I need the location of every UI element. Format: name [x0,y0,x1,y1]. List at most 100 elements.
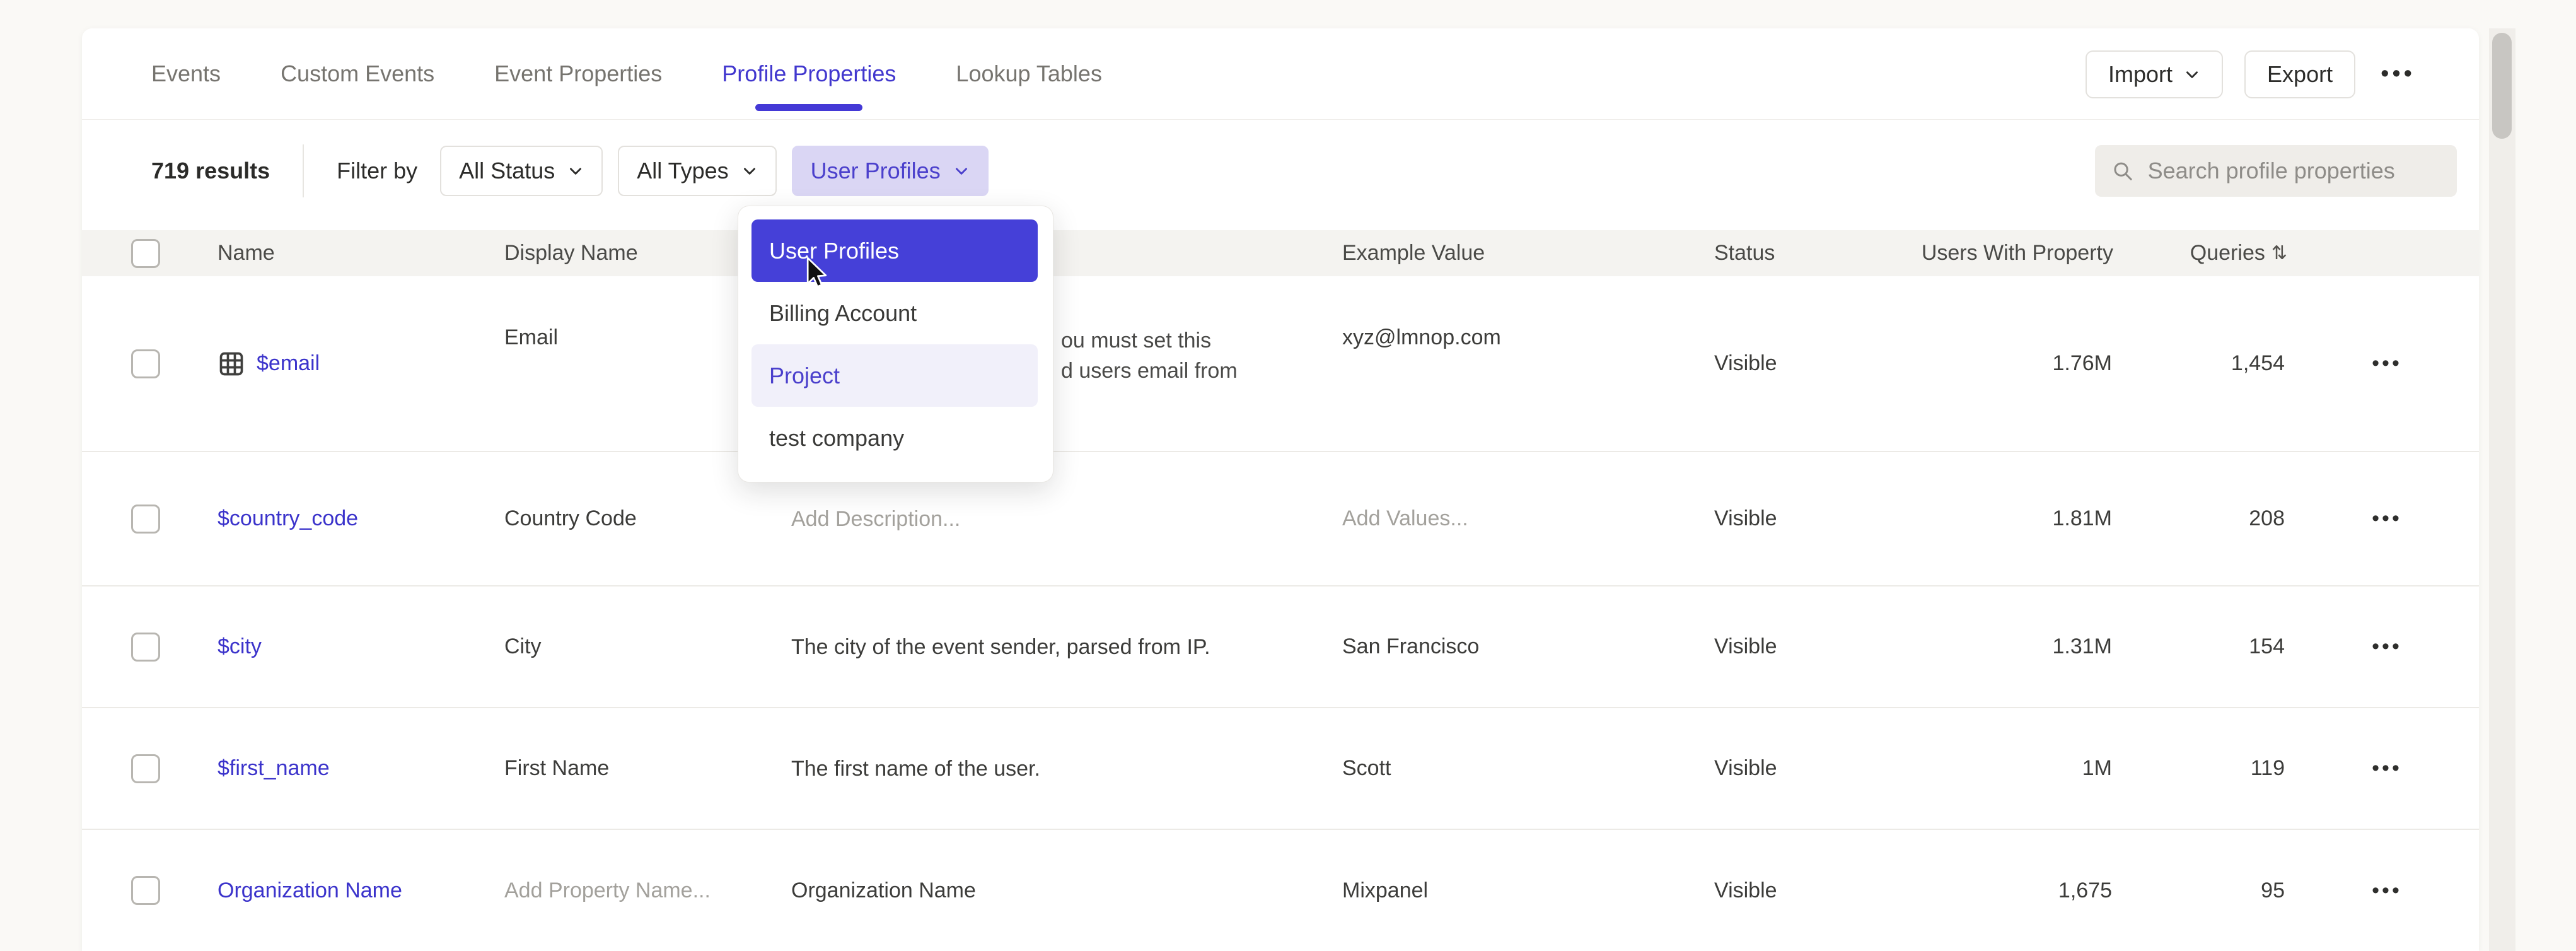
row-checkbox[interactable] [131,505,160,534]
select-all-checkbox[interactable] [131,239,160,268]
display-name-cell[interactable]: Country Code [498,506,788,531]
main-panel: Events Custom Events Event Properties Pr… [82,28,2479,951]
tab-label: Custom Events [281,61,434,87]
table-header: Name Display Name Example Value Status U… [82,230,2479,276]
property-name-link[interactable]: $country_code [218,506,358,531]
description-line: d users email from [1061,356,1337,386]
users-with-property-cell: 1.81M [1891,506,2118,531]
menu-item-billing-account[interactable]: Billing Account [751,282,1038,344]
tab-events[interactable]: Events [151,28,221,119]
description-line: ou must set this [1061,325,1337,356]
tab-bar: Events Custom Events Event Properties Pr… [82,28,2479,120]
table-row: $country_code Country Code Add Descripti… [82,452,2479,586]
property-name-link[interactable]: $first_name [218,756,330,781]
description-cell[interactable]: The city of the event sender, parsed fro… [788,632,1337,662]
status-cell[interactable]: Visible [1709,878,1891,903]
menu-item-test-company[interactable]: test company [751,407,1038,469]
scrollbar-thumb[interactable] [2492,33,2512,139]
entity-dropdown-menu: User Profiles Billing Account Project te… [738,206,1053,482]
description-cell[interactable]: Organization Name [788,875,1337,906]
entity-filter-dropdown[interactable]: User Profiles [792,146,989,196]
tab-custom-events[interactable]: Custom Events [281,28,434,119]
example-value-cell[interactable]: Mixpanel [1337,878,1709,903]
description-cell[interactable]: Add Description... [788,504,1337,534]
search-box [2095,145,2457,197]
type-filter-label: All Types [637,158,728,184]
row-checkbox[interactable] [131,633,160,662]
row-checkbox[interactable] [131,754,160,783]
example-value-cell[interactable]: San Francisco [1337,634,1709,659]
chevron-down-icon [741,163,758,179]
queries-cell: 119 [2118,756,2295,781]
queries-cell: 154 [2118,634,2295,659]
row-checkbox[interactable] [131,876,160,905]
type-filter-dropdown[interactable]: All Types [618,146,776,196]
table-row: Organization Name Add Property Name... O… [82,830,2479,951]
row-more-button[interactable]: ••• [2372,634,2402,659]
example-value-cell[interactable]: Scott [1337,756,1709,781]
tab-label: Events [151,61,221,87]
property-name-link[interactable]: $city [218,634,262,659]
header-queries[interactable]: Queries ⇅ [2118,241,2295,265]
example-value-cell[interactable]: xyz@lmnop.com [1337,276,1709,350]
status-filter-dropdown[interactable]: All Status [440,146,603,196]
row-more-button[interactable]: ••• [2372,756,2402,781]
results-count: 719 results [151,158,270,184]
menu-item-label: Project [769,363,840,389]
menu-item-user-profiles[interactable]: User Profiles [751,219,1038,282]
example-value-cell[interactable]: Add Values... [1337,506,1709,531]
import-label: Import [2108,61,2173,88]
row-more-button[interactable]: ••• [2372,351,2402,376]
divider [303,144,304,197]
entity-filter-label: User Profiles [811,158,941,184]
export-button[interactable]: Export [2244,50,2355,98]
header-example-value: Example Value [1337,241,1709,265]
tab-profile-properties[interactable]: Profile Properties [722,28,896,119]
property-name-link[interactable]: $email [257,351,320,376]
toolbar-actions: Import Export ••• [2086,28,2419,120]
menu-item-project[interactable]: Project [751,344,1038,407]
queries-cell: 208 [2118,506,2295,531]
users-with-property-cell: 1.76M [1891,351,2118,376]
menu-item-label: User Profiles [769,238,899,264]
property-name-link[interactable]: Organization Name [218,878,402,903]
table-row: $first_name First Name The first name of… [82,708,2479,830]
queries-cell: 1,454 [2118,351,2295,376]
lookup-table-icon [218,350,245,378]
status-cell[interactable]: Visible [1709,756,1891,781]
tab-event-properties[interactable]: Event Properties [494,28,662,119]
header-users-with-property: Users With Property [1891,241,2118,265]
row-more-button[interactable]: ••• [2372,878,2402,903]
users-with-property-cell: 1.31M [1891,634,2118,659]
chevron-down-icon [2184,66,2200,83]
tab-label: Profile Properties [722,61,896,87]
row-more-button[interactable]: ••• [2372,506,2402,531]
display-name-cell[interactable]: First Name [498,756,788,781]
chevron-down-icon [953,163,970,179]
status-cell[interactable]: Visible [1709,634,1891,659]
export-label: Export [2267,61,2333,88]
row-checkbox[interactable] [131,349,160,378]
header-queries-label: Queries [2190,241,2265,265]
filter-bar: 719 results Filter by All Status All Typ… [82,120,2479,221]
table-row: $city City The city of the event sender,… [82,586,2479,708]
users-with-property-cell: 1,675 [1891,878,2118,903]
menu-item-label: test company [769,425,904,452]
status-cell[interactable]: Visible [1709,506,1891,531]
status-cell[interactable]: Visible [1709,351,1891,376]
display-name-cell[interactable]: City [498,634,788,659]
table-row: $email Email ou must set this d users em… [82,276,2479,452]
display-name-cell[interactable]: Add Property Name... [498,878,788,903]
search-icon [2111,158,2134,184]
search-input[interactable] [2148,158,2440,184]
import-button[interactable]: Import [2086,50,2223,98]
tab-lookup-tables[interactable]: Lookup Tables [956,28,1102,119]
menu-item-label: Billing Account [769,300,917,327]
tab-label: Lookup Tables [956,61,1102,87]
sort-icon: ⇅ [2271,242,2287,264]
status-filter-label: All Status [459,158,555,184]
description-cell[interactable]: The first name of the user. [788,754,1337,784]
header-status: Status [1709,241,1891,265]
tab-label: Event Properties [494,61,662,87]
more-options-button[interactable]: ••• [2377,61,2419,88]
